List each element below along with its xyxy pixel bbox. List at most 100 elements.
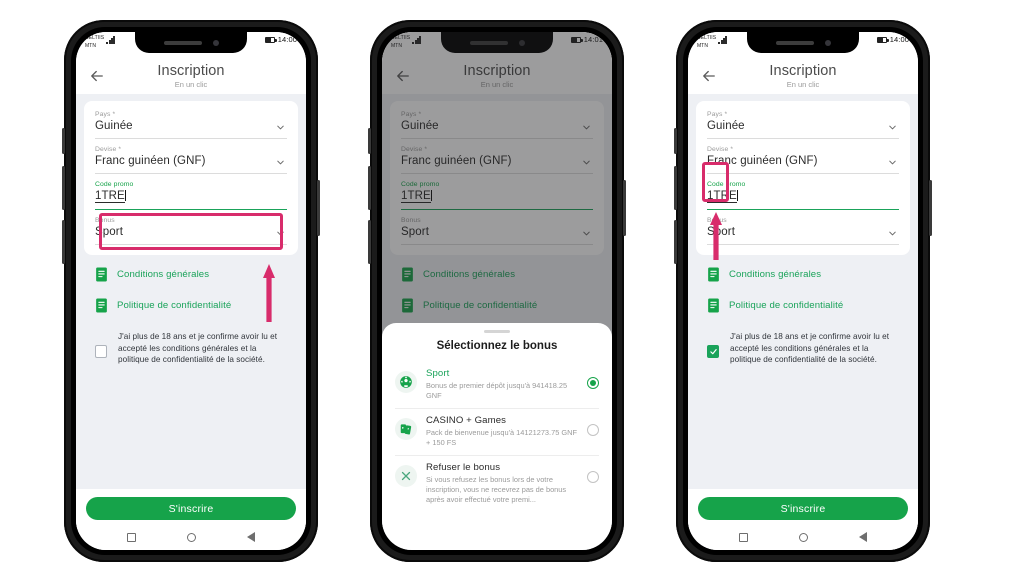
country-field[interactable]: Pays * Guinée — [707, 111, 899, 139]
link-privacy[interactable]: Politique de confidentialité — [95, 298, 287, 313]
chevron-down-icon[interactable] — [275, 228, 286, 239]
phone-volume-down-button[interactable] — [674, 220, 677, 264]
earpiece-speaker — [775, 40, 814, 45]
agreement-row: J'ai plus de 18 ans et je confirme avoir… — [688, 329, 918, 366]
up-arrow-annotation — [709, 210, 723, 262]
link-privacy[interactable]: Politique de confidentialité — [707, 298, 899, 313]
bonus-option-radio[interactable] — [587, 424, 599, 437]
field-underline — [95, 138, 287, 139]
agreement-text: J'ai plus de 18 ans et je confirme avoir… — [730, 332, 890, 365]
phone-power-button[interactable] — [929, 180, 932, 236]
chevron-down-icon[interactable] — [887, 157, 898, 168]
document-icon — [96, 298, 107, 313]
square-icon[interactable] — [127, 532, 137, 542]
bonus-field[interactable]: Bonus Sport — [707, 217, 899, 245]
agreement-checkbox[interactable] — [707, 345, 719, 358]
signal-bars-icon — [106, 36, 116, 44]
link-privacy-label: Politique de confidentialité — [729, 300, 844, 311]
bonus-option-desc: Si vous refusez les bonus lors de votre … — [426, 475, 567, 504]
link-terms[interactable]: Conditions générales — [707, 267, 899, 282]
status-time: 14:00 — [277, 35, 297, 44]
link-terms[interactable]: Conditions générales — [95, 267, 287, 282]
phone-volume-down-button[interactable] — [62, 220, 65, 264]
battery-icon — [265, 36, 277, 43]
promo-code-label: Code promo — [707, 181, 746, 188]
phone-screen: CELTIIS MTN 14:00 Inscription En un clic… — [76, 32, 306, 550]
status-right: 14:00 — [265, 35, 297, 44]
text-cursor — [124, 190, 127, 201]
currency-value: Franc guinéen (GNF) — [95, 155, 206, 167]
field-underline — [95, 244, 287, 245]
currency-label: Devise * — [707, 146, 734, 153]
chevron-down-icon[interactable] — [275, 157, 286, 168]
square-icon[interactable] — [739, 532, 749, 542]
field-underline — [707, 173, 899, 174]
page-subtitle: En un clic — [786, 80, 820, 89]
promo-code-value-wrap: 1TRE — [95, 190, 287, 203]
phone-bezel: CELTIIS MTN 14:01 Inscription En un clic… — [377, 27, 617, 555]
phone-1: CELTIIS MTN 14:00 Inscription En un clic… — [62, 20, 320, 562]
back-arrow-icon[interactable] — [700, 67, 718, 85]
page-subtitle: En un clic — [174, 80, 208, 89]
phone-power-button[interactable] — [623, 180, 626, 236]
bonus-option-refuse[interactable]: Refuser le bonus Si vous refusez les bon… — [382, 455, 612, 512]
bonus-option-radio[interactable] — [587, 377, 599, 389]
soccer-ball-icon — [400, 376, 412, 388]
document-icon — [708, 298, 719, 313]
bonus-value: Sport — [95, 226, 123, 238]
phone-side-button[interactable] — [368, 128, 371, 154]
agreement-checkbox[interactable] — [95, 345, 107, 358]
agreement-text: J'ai plus de 18 ans et je confirme avoir… — [118, 332, 278, 365]
chevron-down-icon[interactable] — [887, 228, 898, 239]
soccer-ball-icon-wrap — [395, 371, 417, 393]
back-arrow-icon[interactable] — [88, 67, 106, 85]
promo-code-field[interactable]: Code promo 1TRE — [95, 181, 287, 210]
phone-volume-up-button[interactable] — [368, 166, 371, 210]
footer: S'inscrire — [688, 489, 918, 524]
triangle-back-icon[interactable] — [246, 532, 255, 542]
bonus-label: Bonus — [707, 217, 899, 224]
document-icon — [708, 267, 719, 282]
triangle-back-icon[interactable] — [858, 532, 867, 542]
circle-icon[interactable] — [186, 532, 196, 542]
bonus-option-sport[interactable]: Sport Bonus de premier dépôt jusqu'à 941… — [382, 361, 612, 408]
promo-code-input[interactable]: 1TRE — [707, 190, 737, 203]
phone-volume-up-button[interactable] — [62, 166, 65, 210]
bonus-field[interactable]: Bonus Sport — [95, 213, 287, 250]
promo-code-value-wrap: 1TRE — [707, 190, 899, 203]
x-cross-icon — [401, 472, 411, 481]
chevron-down-icon[interactable] — [275, 122, 286, 133]
promo-code-field[interactable]: Code promo 1TRE — [707, 181, 899, 210]
screen-body: Pays * Guinée Devise * Franc guinéen (GN… — [76, 94, 306, 550]
legal-links: Conditions générales Politique de confid… — [688, 255, 918, 329]
phone-power-button[interactable] — [317, 180, 320, 236]
bonus-option-radio[interactable] — [587, 471, 599, 484]
carrier-info: CELTIIS MTN — [85, 35, 116, 50]
bonus-option-desc: Bonus de premier dépôt jusqu'à 941418.25… — [426, 381, 568, 400]
signup-button[interactable]: S'inscrire — [698, 497, 908, 520]
circle-icon[interactable] — [798, 532, 808, 542]
currency-label: Devise * — [95, 146, 122, 153]
bonus-option-casino[interactable]: CASINO + Games Pack de bienvenue jusqu'à… — [382, 408, 612, 455]
phone-side-button[interactable] — [674, 128, 677, 154]
chevron-down-icon[interactable] — [887, 122, 898, 133]
status-right: 14:00 — [877, 35, 909, 44]
x-cross-icon-wrap — [395, 465, 417, 488]
carrier-name-2: MTN — [697, 42, 709, 49]
front-camera — [824, 39, 831, 46]
sheet-title: Sélectionnez le bonus — [436, 340, 558, 352]
promo-code-input[interactable]: 1TRE — [95, 190, 125, 203]
field-underline — [707, 138, 899, 139]
drag-handle[interactable] — [484, 330, 510, 333]
currency-field[interactable]: Devise * Franc guinéen (GNF) — [95, 146, 287, 174]
phone-side-button[interactable] — [62, 128, 65, 154]
country-field[interactable]: Pays * Guinée — [95, 111, 287, 139]
android-navigation-bar — [76, 524, 306, 550]
playing-cards-icon — [400, 424, 412, 435]
bonus-selection-sheet: Sélectionnez le bonus Sport Bonus de pre… — [382, 323, 612, 550]
currency-field[interactable]: Devise * Franc guinéen (GNF) — [707, 146, 899, 174]
phone-volume-down-button[interactable] — [368, 220, 371, 264]
phone-volume-up-button[interactable] — [674, 166, 677, 210]
signup-button[interactable]: S'inscrire — [86, 497, 296, 520]
battery-icon — [877, 36, 889, 43]
